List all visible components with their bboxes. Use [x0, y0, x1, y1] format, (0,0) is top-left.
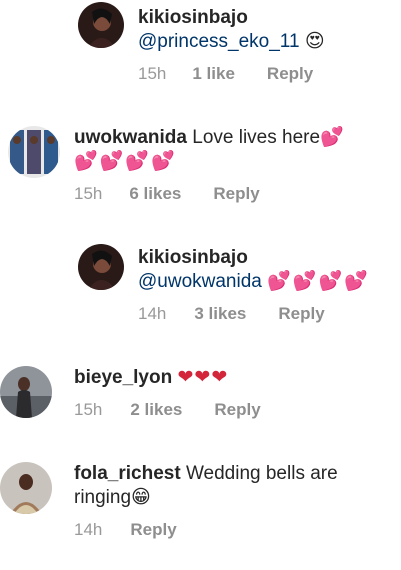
- avatar[interactable]: [78, 2, 124, 48]
- likes-count[interactable]: 6 likes: [129, 184, 181, 204]
- avatar[interactable]: [78, 244, 124, 290]
- emoji: 💕💕💕💕: [267, 271, 370, 292]
- reply-button[interactable]: Reply: [130, 520, 176, 540]
- reply-button[interactable]: Reply: [267, 64, 313, 84]
- comment-item: kikiosinbajo @uwokwanida 💕💕💕💕 14h 3 likes…: [0, 240, 401, 340]
- comment-username[interactable]: kikiosinbajo: [138, 246, 393, 270]
- comment-item: bieye_lyon ❤❤❤ 15h 2 likes Reply: [0, 360, 401, 440]
- avatar[interactable]: [0, 462, 52, 514]
- likes-count[interactable]: 2 likes: [130, 400, 182, 420]
- comment-text: kikiosinbajo @princess_eko_11 😍: [138, 6, 388, 54]
- avatar[interactable]: [0, 366, 52, 418]
- emoji: ❤❤❤: [177, 367, 229, 388]
- mention-link[interactable]: @uwokwanida: [138, 271, 262, 292]
- comment-body: Love lives here: [192, 127, 321, 148]
- emoji: 💕: [320, 127, 346, 148]
- likes-count[interactable]: 3 likes: [194, 304, 246, 324]
- likes-count[interactable]: 1 like: [192, 64, 235, 84]
- comment-meta: 15h 6 likes Reply: [74, 184, 290, 204]
- comment-username[interactable]: fola_richest: [74, 463, 181, 484]
- comment-body-line2: ringing: [74, 487, 132, 508]
- emoji: 😁: [131, 487, 151, 508]
- comment-meta: 15h 2 likes Reply: [74, 400, 291, 420]
- comment-body: Wedding bells are: [185, 463, 338, 484]
- reply-button[interactable]: Reply: [214, 400, 260, 420]
- comment-username[interactable]: uwokwanida: [74, 127, 187, 148]
- comment-item: kikiosinbajo @princess_eko_11 😍 15h 1 lik…: [0, 0, 401, 100]
- comment-text: fola_richest Wedding bells are ringing😁: [74, 462, 394, 510]
- comment-time: 15h: [74, 184, 103, 203]
- emoji: 💕💕💕💕: [74, 151, 177, 172]
- avatar[interactable]: [8, 126, 60, 178]
- comment-item: uwokwanida Love lives here💕 💕💕💕💕 15h 6 li…: [0, 120, 401, 220]
- reply-button[interactable]: Reply: [278, 304, 324, 324]
- comment-time: 14h: [138, 304, 167, 323]
- emoji: 😍: [304, 31, 325, 52]
- comment-meta: 14h Reply: [74, 520, 207, 540]
- comment-text: uwokwanida Love lives here💕 💕💕💕💕: [74, 126, 394, 174]
- comment-time: 15h: [74, 400, 103, 419]
- comment-time: 15h: [138, 64, 167, 83]
- comment-text: bieye_lyon ❤❤❤: [74, 366, 394, 390]
- comment-meta: 15h 1 like Reply: [138, 64, 343, 84]
- comment-username[interactable]: bieye_lyon: [74, 367, 172, 388]
- comment-username[interactable]: kikiosinbajo: [138, 6, 388, 30]
- comment-time: 14h: [74, 520, 103, 539]
- mention-link[interactable]: @princess_eko_11: [138, 31, 300, 52]
- comment-text: kikiosinbajo @uwokwanida 💕💕💕💕: [138, 246, 393, 294]
- reply-button[interactable]: Reply: [213, 184, 259, 204]
- comment-item: fola_richest Wedding bells are ringing😁 …: [0, 456, 401, 556]
- comment-meta: 14h 3 likes Reply: [138, 304, 355, 324]
